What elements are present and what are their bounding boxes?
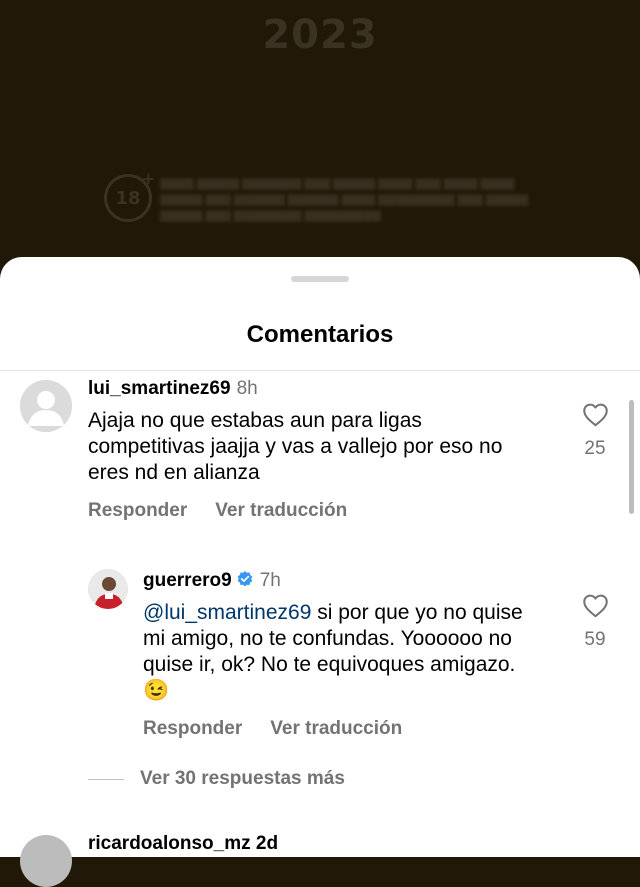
username[interactable]: lui_smartinez69 bbox=[88, 378, 231, 399]
timestamp: 7h bbox=[259, 570, 281, 591]
age-rating-number: 18 bbox=[115, 187, 141, 209]
like-area: 25 bbox=[580, 402, 610, 460]
heart-icon[interactable] bbox=[582, 593, 609, 618]
comment-header: guerrero9 7h bbox=[143, 570, 281, 592]
age-rating-plus: + bbox=[141, 169, 155, 188]
timestamp: 8h bbox=[236, 378, 258, 399]
comment-actions: Responder Ver traducción bbox=[88, 500, 375, 522]
scrollbar[interactable] bbox=[629, 400, 634, 514]
reply-button[interactable]: Responder bbox=[88, 500, 187, 521]
comment-actions: Responder Ver traducción bbox=[143, 718, 430, 740]
header-divider bbox=[0, 370, 640, 371]
comment-text: Ajaja no que estabas aun para ligas comp… bbox=[88, 409, 503, 484]
comments-sheet: Comentarios lui_smartinez69 8h Ajaja no q… bbox=[0, 257, 640, 887]
sheet-drag-handle[interactable] bbox=[291, 276, 349, 282]
view-more-replies-button[interactable]: Ver 30 respuestas más bbox=[88, 768, 345, 790]
avatar[interactable] bbox=[88, 569, 128, 609]
view-more-replies-label: Ver 30 respuestas más bbox=[140, 768, 345, 789]
mention-link[interactable]: @lui_smartinez69 bbox=[143, 601, 311, 624]
next-comment-username[interactable]: ricardoalonso_mz 2d bbox=[88, 833, 278, 855]
translate-button[interactable]: Ver traducción bbox=[215, 500, 347, 521]
reply-button[interactable]: Responder bbox=[143, 718, 242, 739]
username[interactable]: guerrero9 bbox=[143, 570, 232, 591]
heart-icon[interactable] bbox=[582, 402, 609, 427]
comment-header: lui_smartinez69 8h bbox=[88, 378, 258, 400]
like-count: 25 bbox=[584, 438, 606, 459]
like-area: 59 bbox=[580, 593, 610, 651]
profile-photo-icon bbox=[88, 569, 128, 609]
like-count: 59 bbox=[584, 629, 606, 650]
post-blurred-text: ▇▇▇▇ ▇▇▇▇▇ ▇▇▇▇▇▇▇ ▇▇▇ ▇▇▇▇▇ ▇▇▇▇ ▇▇▇ ▇▇… bbox=[160, 178, 529, 222]
comment-text: @lui_smartinez69 si por que yo no quise … bbox=[143, 600, 523, 704]
age-rating-badge: 18 + bbox=[104, 169, 155, 222]
avatar[interactable] bbox=[20, 835, 72, 887]
replies-line bbox=[88, 778, 124, 780]
sheet-title: Comentarios bbox=[246, 321, 394, 348]
verified-badge-icon bbox=[237, 571, 252, 587]
default-avatar-icon bbox=[20, 380, 72, 432]
avatar[interactable] bbox=[20, 380, 72, 432]
post-year-title: 2023 bbox=[262, 12, 378, 58]
translate-button[interactable]: Ver traducción bbox=[270, 718, 402, 739]
